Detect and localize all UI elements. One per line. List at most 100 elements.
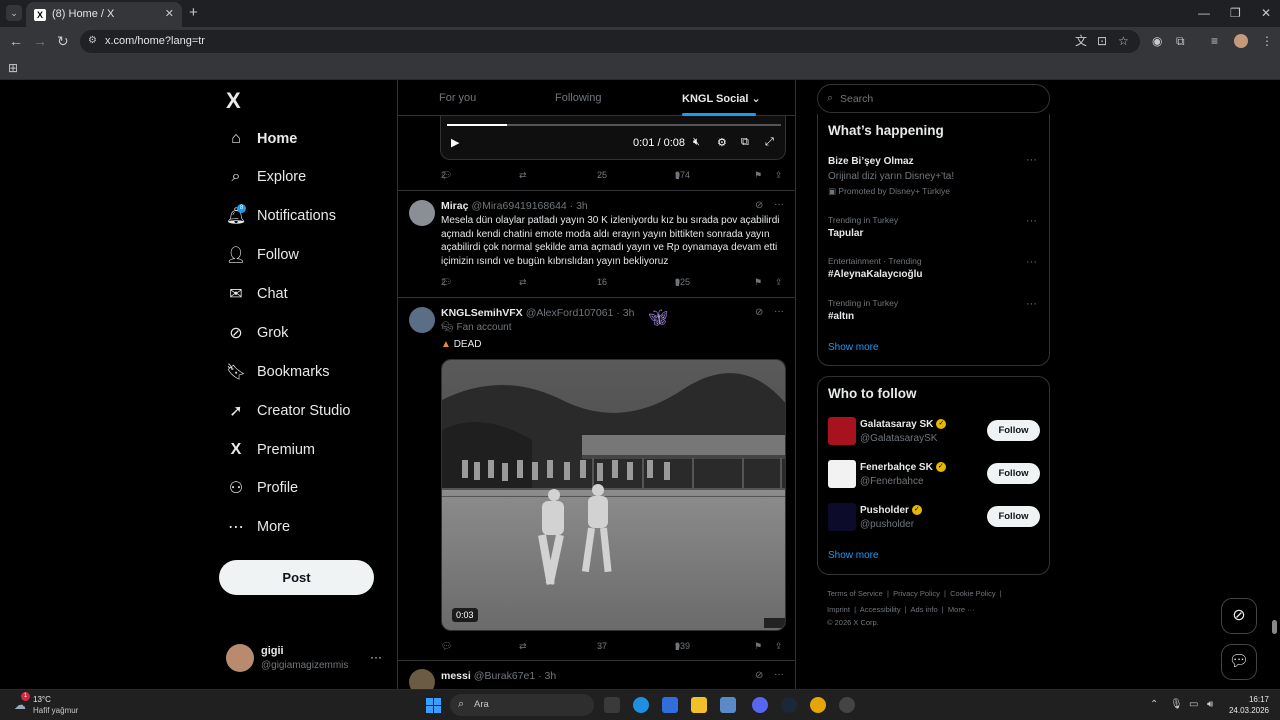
nav-grok[interactable]: ⊘ Grok (228, 320, 288, 346)
follow-button[interactable]: Follow (987, 506, 1040, 527)
nav-premium[interactable]: X Premium (228, 437, 315, 463)
play-icon[interactable]: ▶ (451, 136, 459, 149)
url-text[interactable]: x.com/home?lang=tr (105, 35, 205, 47)
clock[interactable]: 16:17 24.03.2026 (1227, 694, 1269, 716)
scrollbar[interactable] (1272, 620, 1277, 634)
grok-icon[interactable]: ⊘ (755, 670, 763, 681)
more-dots-icon[interactable]: ··· (774, 199, 784, 210)
forward-icon[interactable]: → (33, 33, 47, 49)
nav-profile[interactable]: ⚇ Profile (228, 475, 298, 501)
mute-icon[interactable]: 🔇︎ (693, 136, 700, 149)
more-dots-icon[interactable]: ··· (1026, 154, 1037, 166)
minimize-icon[interactable]: — (1198, 6, 1210, 20)
tab-search-icon[interactable]: ⌄ (6, 5, 22, 21)
store-icon[interactable] (662, 697, 678, 713)
weather-temp[interactable]: 13°C (33, 695, 51, 704)
more-dots-icon[interactable]: ··· (774, 306, 784, 317)
post-author[interactable]: KNGLSemihVFX @AlexFord107061 · 3h (441, 307, 634, 319)
footer-link[interactable]: More ··· (948, 605, 975, 614)
repost-icon[interactable]: ⇄ (519, 170, 527, 181)
volume-icon[interactable]: 🔊︎ (1207, 699, 1213, 710)
steam-icon[interactable] (781, 697, 797, 713)
browser-tab[interactable]: X (8) Home / X ✕ (26, 2, 182, 27)
show-more-link[interactable]: Show more (828, 342, 879, 353)
bookmark-icon[interactable]: ⚑ (754, 641, 762, 652)
grok-icon[interactable]: ⊘ (755, 200, 763, 211)
nav-home[interactable]: ⌂ Home (228, 126, 297, 152)
nav-bookmarks[interactable]: 🔖︎ Bookmarks (226, 359, 330, 385)
maximize-icon[interactable]: ❐ (1230, 6, 1241, 20)
bookmark-icon[interactable]: ⚑ (754, 170, 762, 181)
more-dots-icon[interactable]: ··· (774, 669, 784, 680)
task-view-icon[interactable] (604, 697, 620, 713)
app-icon[interactable] (720, 697, 736, 713)
tab-close-icon[interactable]: ✕ (165, 7, 174, 20)
taskbar-search[interactable]: ⌕ Ara (450, 694, 594, 716)
tab-kngl-social[interactable]: KNGL Social ⌄ (682, 92, 761, 105)
avatar[interactable] (409, 200, 435, 226)
nav-more[interactable]: ⋯ More (228, 514, 290, 540)
follow-button[interactable]: Follow (987, 420, 1040, 441)
microphone-icon[interactable]: 🎙︎ (1170, 699, 1183, 710)
follow-button[interactable]: Follow (987, 463, 1040, 484)
window-close-icon[interactable]: ✕ (1261, 6, 1271, 20)
nav-notifications[interactable]: 🔔︎ 8 Notifications (226, 203, 336, 229)
discord-icon[interactable] (752, 697, 768, 713)
nav-chat[interactable]: ✉ Chat (228, 281, 287, 307)
translate-icon[interactable]: 文 (1075, 35, 1087, 48)
address-bar[interactable]: ⚙ x.com/home?lang=tr (80, 30, 1140, 53)
post-button[interactable]: Post (219, 560, 374, 595)
post-messi[interactable]: messi @Burak67e1 · 3h ⊘ ··· (398, 661, 795, 689)
video-progress-bar[interactable] (447, 124, 781, 126)
tab-following[interactable]: Following (555, 92, 601, 104)
more-dots-icon[interactable]: ··· (1026, 215, 1037, 227)
share-icon[interactable]: ⇪ (775, 277, 783, 288)
tab-for-you[interactable]: For you (439, 92, 476, 104)
share-icon[interactable]: ⇪ (775, 641, 783, 652)
apps-grid-icon[interactable]: ⊞ (8, 61, 18, 75)
search-input[interactable]: Search (840, 93, 873, 105)
nav-follow[interactable]: 👤︎ Follow (226, 242, 299, 268)
avatar[interactable] (409, 307, 435, 333)
footer-link[interactable]: Imprint (827, 605, 850, 614)
footer-link[interactable]: Ads info (911, 605, 938, 614)
share-icon[interactable]: ⇪ (775, 170, 783, 181)
more-dots-icon[interactable]: ··· (1026, 256, 1037, 268)
profile-avatar-icon[interactable] (1234, 34, 1248, 48)
grok-fab-icon[interactable]: ⊘ (1221, 598, 1257, 634)
settings-gear-icon[interactable]: ⚙ (717, 136, 727, 149)
grok-icon[interactable]: ⊘ (755, 307, 763, 318)
search-box[interactable]: ⌕ Search (817, 84, 1050, 113)
edge-icon[interactable] (633, 697, 649, 713)
post-author[interactable]: Miraç @Mira69419168644 · 3h (441, 200, 588, 212)
bookmark-star-icon[interactable]: ☆ (1118, 35, 1129, 48)
footer-link[interactable]: Accessibility (860, 605, 901, 614)
browser-menu-icon[interactable]: ⋮ (1261, 35, 1273, 48)
app-icon[interactable] (839, 697, 855, 713)
file-explorer-icon[interactable] (691, 697, 707, 713)
chrome-icon[interactable] (810, 697, 826, 713)
repost-icon[interactable]: ⇄ (519, 641, 527, 652)
footer-link[interactable]: Privacy Policy (893, 589, 940, 598)
fullscreen-icon[interactable]: ⤢ (765, 136, 774, 149)
chat-fab-icon[interactable]: 💬︎ (1221, 644, 1257, 680)
post-video[interactable]: 0:03 (441, 359, 786, 631)
tray-chevron-icon[interactable]: ⌃ (1150, 699, 1158, 710)
bookmark-icon[interactable]: ⚑ (754, 277, 762, 288)
more-dots-icon[interactable]: ··· (1026, 298, 1037, 310)
weather-desc[interactable]: Hafif yağmur (33, 706, 78, 715)
reading-list-icon[interactable]: ≡ (1211, 35, 1218, 48)
site-info-icon[interactable]: ⚙ (88, 35, 100, 47)
footer-link[interactable]: Terms of Service (827, 589, 883, 598)
windows-start-icon[interactable] (426, 698, 441, 713)
nav-explore[interactable]: ⌕ Explore (228, 164, 307, 190)
install-app-icon[interactable]: ⊡ (1097, 35, 1107, 48)
back-icon[interactable]: ← (9, 33, 23, 49)
footer-link[interactable]: Cookie Policy (950, 589, 995, 598)
reload-icon[interactable]: ↻ (57, 33, 69, 49)
show-more-link[interactable]: Show more (828, 550, 879, 561)
x-logo-icon[interactable]: X (226, 88, 241, 114)
avatar[interactable] (409, 669, 435, 689)
pip-icon[interactable]: ⧉ (741, 136, 749, 149)
post-author[interactable]: messi @Burak67e1 · 3h (441, 670, 556, 682)
